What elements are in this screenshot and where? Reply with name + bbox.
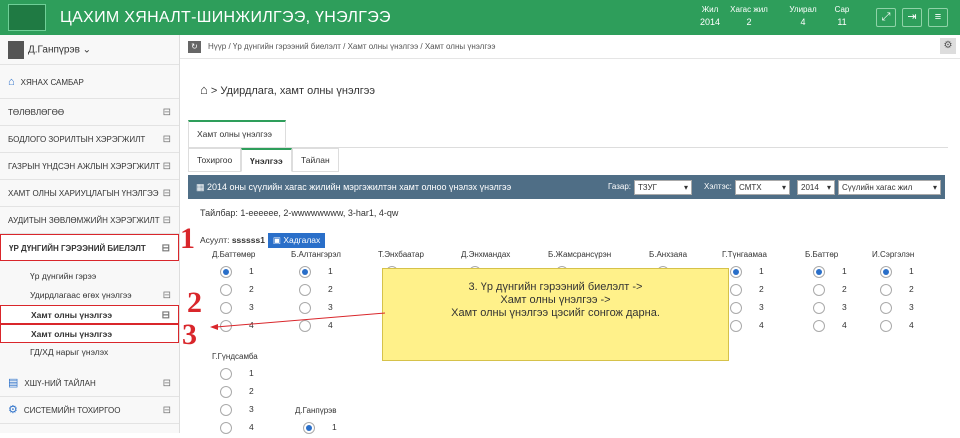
- callout-arrow: [210, 312, 386, 330]
